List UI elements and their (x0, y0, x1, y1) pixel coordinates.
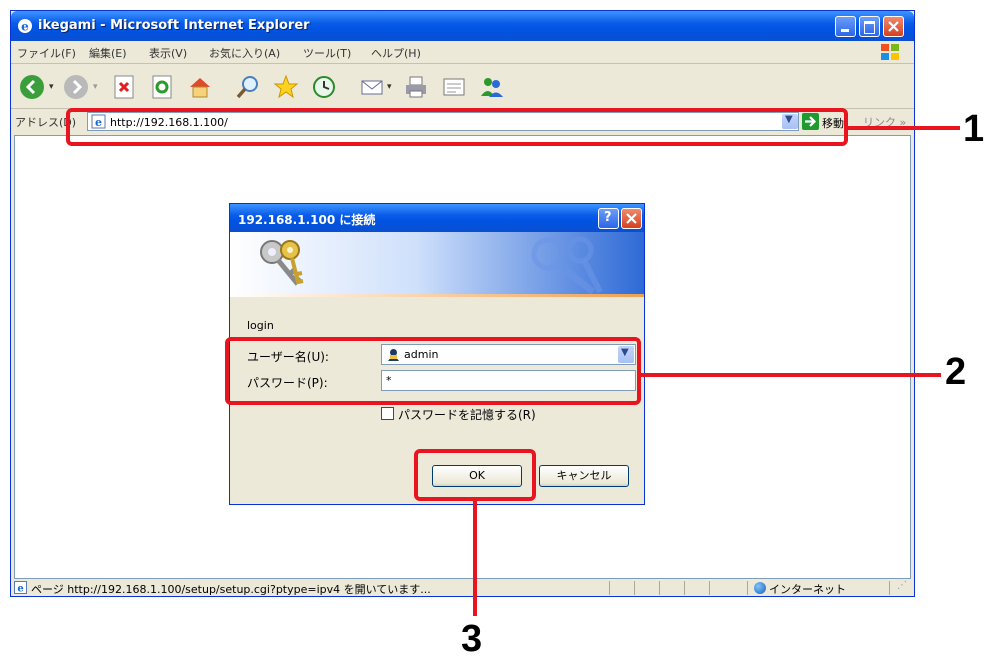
menu-edit[interactable]: 編集(E) (89, 45, 127, 61)
status-divider (709, 581, 710, 595)
keys-icon (260, 240, 304, 286)
dialog-close-button[interactable] (621, 208, 642, 229)
callout-number-2: 2 (945, 351, 967, 393)
cancel-button[interactable]: キャンセル (539, 465, 629, 487)
status-divider (609, 581, 610, 595)
status-bar: e ページ http://192.168.1.100/setup/setup.c… (11, 580, 914, 596)
remember-password-label[interactable]: パスワードを記憶する(R) (398, 406, 536, 423)
callout-number-1: 1 (963, 108, 985, 150)
minimize-button[interactable] (835, 16, 856, 37)
print-icon[interactable] (403, 74, 429, 100)
favorites-icon[interactable] (273, 74, 299, 100)
callout-box-credentials (225, 337, 641, 405)
standard-toolbar: ▾ ▾ ▾ (11, 64, 914, 109)
close-button[interactable] (883, 16, 904, 37)
home-icon[interactable] (187, 74, 213, 100)
help-button[interactable]: ? (598, 208, 619, 229)
back-icon[interactable] (19, 74, 45, 100)
forward-icon[interactable] (63, 74, 89, 100)
callout-box-address (66, 108, 848, 146)
history-icon[interactable] (311, 74, 337, 100)
status-divider (889, 581, 890, 595)
menu-favorites[interactable]: お気に入り(A) (209, 45, 280, 61)
menu-help[interactable]: ヘルプ(H) (371, 45, 421, 61)
search-icon[interactable] (235, 74, 261, 100)
status-divider (747, 581, 748, 595)
window-title: ikegami - Microsoft Internet Explorer (38, 18, 310, 33)
remember-password-checkbox[interactable] (381, 407, 394, 420)
svg-text:e: e (21, 20, 29, 34)
status-divider (634, 581, 635, 595)
status-text: ページ http://192.168.1.100/setup/setup.cgi… (31, 583, 431, 596)
callout-line-2 (641, 373, 941, 377)
menu-tools[interactable]: ツール(T) (303, 45, 351, 61)
status-divider (659, 581, 660, 595)
menu-bar: ファイル(F) 編集(E) 表示(V) お気に入り(A) ツール(T) ヘルプ(… (11, 41, 914, 64)
windows-logo-icon (881, 44, 899, 60)
callout-line-3 (473, 501, 477, 616)
ie-icon: e (18, 19, 32, 34)
mail-icon[interactable] (359, 74, 385, 100)
callout-line-1 (848, 126, 960, 130)
menu-file[interactable]: ファイル(F) (17, 45, 76, 61)
status-divider (684, 581, 685, 595)
internet-zone-icon (754, 582, 766, 594)
svg-text:e: e (17, 584, 23, 595)
callout-number-3: 3 (461, 618, 483, 660)
keys-watermark-icon (531, 236, 603, 294)
dialog-banner (230, 232, 644, 294)
edit-icon[interactable] (441, 74, 467, 100)
page-loading-icon: e (14, 581, 27, 594)
mail-dropdown-icon[interactable]: ▾ (387, 82, 392, 92)
realm-text: login (247, 319, 274, 332)
banner-stripe (230, 294, 644, 297)
menu-view[interactable]: 表示(V) (149, 45, 187, 61)
stop-icon[interactable] (111, 74, 137, 100)
zone-label: インターネット (769, 583, 846, 596)
messenger-icon[interactable] (479, 74, 505, 100)
dialog-title: 192.168.1.100 に接続 (238, 213, 376, 227)
close-icon (626, 213, 637, 224)
title-bar: e ikegami - Microsoft Internet Explorer (11, 11, 914, 41)
question-icon: ? (604, 210, 612, 225)
dialog-title-bar: 192.168.1.100 に接続 ? (230, 204, 644, 232)
refresh-icon[interactable] (149, 74, 175, 100)
resize-grip-icon[interactable]: ⋰ (897, 580, 907, 591)
back-dropdown-icon[interactable]: ▾ (49, 82, 54, 92)
close-icon (888, 21, 899, 32)
maximize-button[interactable] (859, 16, 880, 37)
forward-dropdown-icon[interactable]: ▾ (93, 82, 98, 92)
callout-box-ok (414, 449, 536, 501)
